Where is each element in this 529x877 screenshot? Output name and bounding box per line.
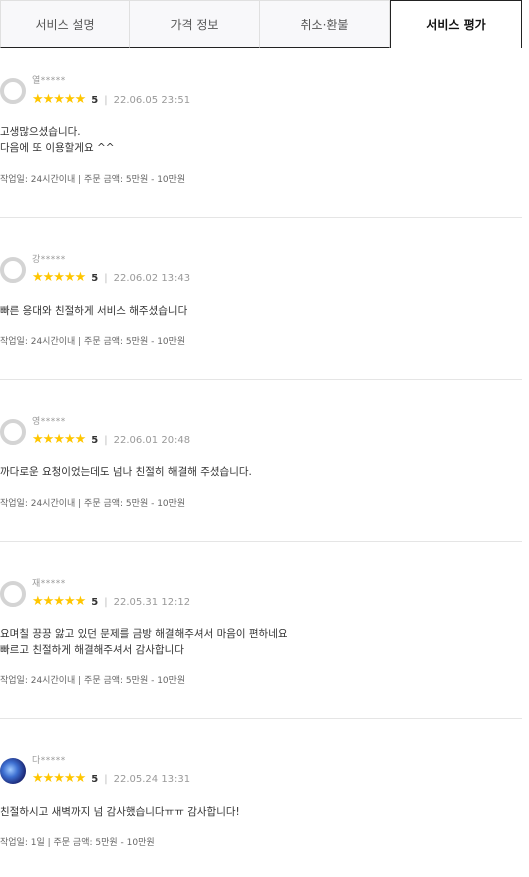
reviewer-name: 다***** <box>32 756 66 766</box>
review-text-line: 빠르고 친절하게 해결해주셔서 감사합니다 <box>0 644 184 656</box>
avatar <box>0 419 26 445</box>
review-date: 22.06.05 23:51 <box>113 94 191 106</box>
star-rating-icon: ★★★★★ <box>32 432 86 447</box>
review-item: 영***** ★★★★★ 5 | 22.06.01 20:48 까다로운 요청이… <box>0 380 522 542</box>
review-meta: ★★★★★ 5 | 22.06.05 23:51 <box>32 93 190 107</box>
review-text-line: 다음에 또 이용할게요 ^^ <box>0 142 115 154</box>
review-item: 강***** ★★★★★ 5 | 22.06.02 13:43 빠른 응대와 친… <box>0 218 522 380</box>
rating-score: 5 <box>91 94 99 106</box>
divider: | <box>104 596 108 608</box>
reviewer-name: 영***** <box>32 417 66 427</box>
review-content: 요며칠 끙끙 앓고 있던 문제를 금방 해결해주셔서 마음이 편하네요 빠르고 … <box>0 626 515 658</box>
avatar <box>0 581 26 607</box>
tab-cancel-refund[interactable]: 취소·환불 <box>260 0 390 48</box>
review-date: 22.05.24 13:31 <box>113 773 191 785</box>
order-info: 작업일: 24시간이내 | 주문 금액: 5만원 - 10만원 <box>0 337 186 347</box>
tab-bar: 서비스 설명 가격 정보 취소·환불 서비스 평가 <box>0 0 522 48</box>
tab-price-info[interactable]: 가격 정보 <box>130 0 260 48</box>
review-text-line: 빠른 응대와 친절하게 서비스 해주셨습니다 <box>0 305 188 317</box>
rating-score: 5 <box>91 434 99 446</box>
avatar <box>0 758 26 784</box>
review-list: 열***** ★★★★★ 5 | 22.06.05 23:51 고생많으셨습니다… <box>0 48 522 877</box>
divider: | <box>104 272 108 284</box>
review-content: 친절하시고 새벽까지 넘 감사했습니다ㅠㅠ 감사합니다! <box>0 804 515 820</box>
star-rating-icon: ★★★★★ <box>32 92 86 107</box>
order-info: 작업일: 24시간이내 | 주문 금액: 5만원 - 10만원 <box>0 175 186 185</box>
reviewer-name: 열***** <box>32 76 66 86</box>
review-content: 빠른 응대와 친절하게 서비스 해주셨습니다 <box>0 303 515 319</box>
avatar <box>0 257 26 283</box>
reviewer-name: 재***** <box>32 579 66 589</box>
tab-service-description[interactable]: 서비스 설명 <box>0 0 130 48</box>
divider: | <box>104 773 108 785</box>
review-item: 다***** ★★★★★ 5 | 22.05.24 13:31 친절하시고 새벽… <box>0 719 522 877</box>
review-text-line: 고생많으셨습니다. <box>0 126 81 138</box>
review-item: 열***** ★★★★★ 5 | 22.06.05 23:51 고생많으셨습니다… <box>0 48 522 218</box>
star-rating-icon: ★★★★★ <box>32 270 86 285</box>
order-info: 작업일: 1일 | 주문 금액: 5만원 - 10만원 <box>0 838 155 848</box>
rating-score: 5 <box>91 272 99 284</box>
review-meta: ★★★★★ 5 | 22.05.31 12:12 <box>32 595 190 609</box>
review-date: 22.06.02 13:43 <box>113 272 191 284</box>
order-info: 작업일: 24시간이내 | 주문 금액: 5만원 - 10만원 <box>0 499 186 509</box>
star-rating-icon: ★★★★★ <box>32 594 86 609</box>
divider: | <box>104 434 108 446</box>
rating-score: 5 <box>91 773 99 785</box>
review-text-line: 요며칠 끙끙 앓고 있던 문제를 금방 해결해주셔서 마음이 편하네요 <box>0 628 288 640</box>
review-content: 고생많으셨습니다. 다음에 또 이용할게요 ^^ <box>0 124 515 156</box>
review-text-line: 까다로운 요청이었는데도 넘나 친절히 해결해 주셨습니다. <box>0 466 252 478</box>
review-meta: ★★★★★ 5 | 22.05.24 13:31 <box>32 772 190 786</box>
review-item: 재***** ★★★★★ 5 | 22.05.31 12:12 요며칠 끙끙 앓… <box>0 542 522 719</box>
review-meta: ★★★★★ 5 | 22.06.02 13:43 <box>32 271 190 285</box>
star-rating-icon: ★★★★★ <box>32 771 86 786</box>
divider: | <box>104 94 108 106</box>
review-date: 22.06.01 20:48 <box>113 434 191 446</box>
review-text-line: 친절하시고 새벽까지 넘 감사했습니다ㅠㅠ 감사합니다! <box>0 806 240 818</box>
rating-score: 5 <box>91 596 99 608</box>
review-content: 까다로운 요청이었는데도 넘나 친절히 해결해 주셨습니다. <box>0 464 515 480</box>
review-meta: ★★★★★ 5 | 22.06.01 20:48 <box>32 433 190 447</box>
review-date: 22.05.31 12:12 <box>113 596 191 608</box>
order-info: 작업일: 24시간이내 | 주문 금액: 5만원 - 10만원 <box>0 676 186 686</box>
avatar <box>0 78 26 104</box>
reviewer-name: 강***** <box>32 255 66 265</box>
tab-service-reviews[interactable]: 서비스 평가 <box>390 0 522 48</box>
